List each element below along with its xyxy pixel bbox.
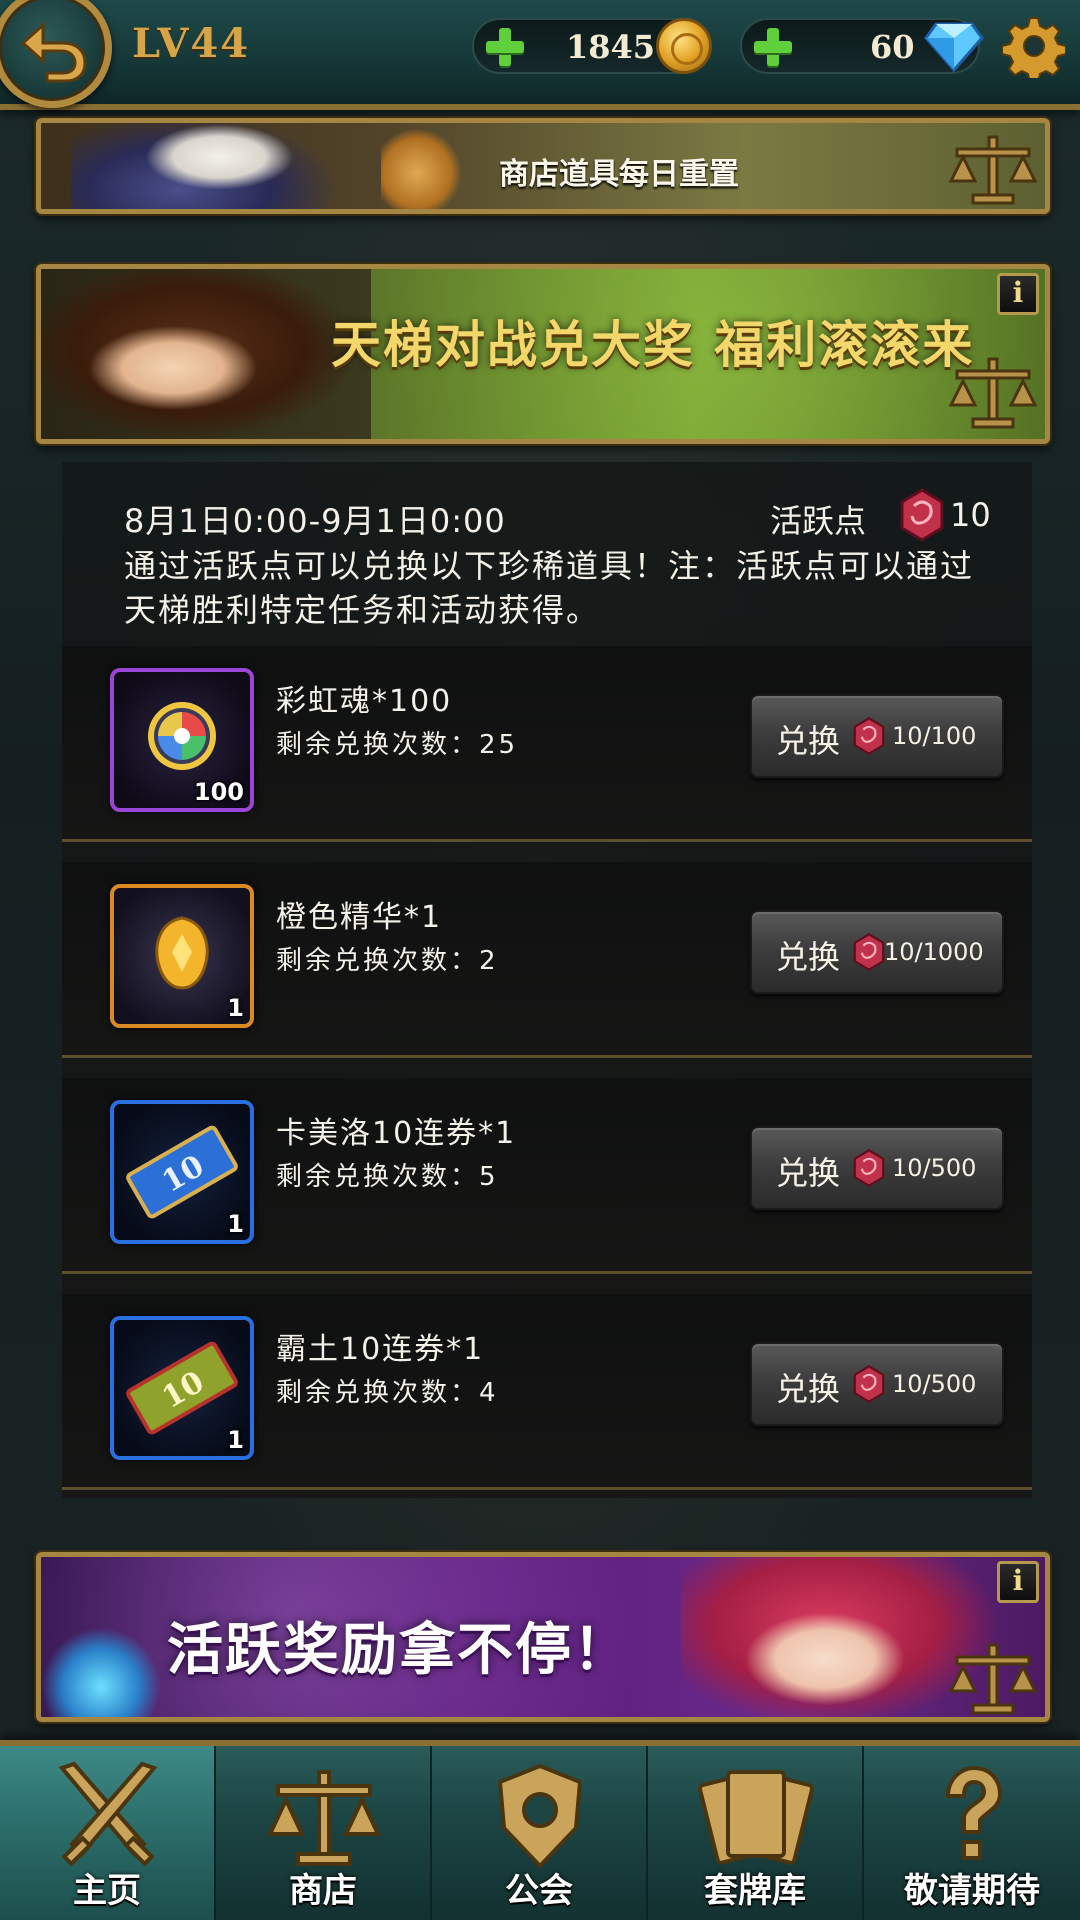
shop-banner-text: 商店道具每日重置 <box>499 157 739 192</box>
active-point-gem-icon <box>853 1365 885 1403</box>
nav-label: 公会 <box>505 1871 573 1911</box>
gem-counter: 60 <box>740 18 984 74</box>
item-name: 霸土10连券*1 <box>276 1332 485 1367</box>
back-button[interactable] <box>0 0 112 108</box>
item-name: 卡美洛10连券*1 <box>276 1116 517 1151</box>
exchange-cost: 10/500 <box>892 1370 977 1398</box>
exchange-button[interactable]: 兑换 10/1000 <box>750 910 1004 994</box>
info-button[interactable]: i <box>997 273 1039 315</box>
item-name: 彩虹魂*100 <box>276 684 453 719</box>
exchange-button-label: 兑换 <box>776 722 841 760</box>
money-bag-icon <box>381 129 461 209</box>
exchange-button[interactable]: 兑换 10/500 <box>750 1342 1004 1426</box>
nav-label: 商店 <box>289 1871 357 1911</box>
exchange-item-row: 100 彩虹魂*100 剩余兑换次数：25 兑换 10/100 <box>62 646 1032 842</box>
exchange-button-label: 兑换 <box>776 1154 841 1192</box>
item-remaining: 剩余兑换次数：2 <box>276 946 499 976</box>
nav-deck-library[interactable]: 套牌库 <box>648 1746 864 1920</box>
heroine-character-art <box>41 269 371 439</box>
scales-icon <box>948 357 1038 429</box>
scales-icon <box>266 1770 382 1866</box>
nav-label: 敬请期待 <box>904 1871 1040 1911</box>
item-remaining: 剩余兑换次数：25 <box>276 730 519 760</box>
event-description: 通过活跃点可以兑换以下珍稀道具！注：活跃点可以通过天梯胜利特定任务和活动获得。 <box>124 547 975 629</box>
exchange-button-label: 兑换 <box>776 938 841 976</box>
coin-amount: 1845 <box>566 28 656 66</box>
item-quantity: 1 <box>227 1426 244 1454</box>
guild-emblem-icon <box>497 1763 583 1869</box>
scales-icon <box>948 1643 1038 1715</box>
gem-amount: 60 <box>870 28 915 66</box>
exchange-button[interactable]: 兑换 10/500 <box>750 1126 1004 1210</box>
shop-reset-banner[interactable]: 商店道具每日重置 <box>36 118 1050 214</box>
diamond-icon <box>924 22 984 72</box>
exchange-cost: 10/500 <box>892 1154 977 1182</box>
exchange-button-label: 兑换 <box>776 1370 841 1408</box>
coin-counter: 1845 <box>472 18 712 74</box>
question-mark-icon <box>945 1765 1003 1860</box>
nav-guild[interactable]: 公会 <box>432 1746 648 1920</box>
rainbow-soul-icon: 100 <box>110 668 254 812</box>
item-quantity: 100 <box>193 778 244 806</box>
exchange-item-row: 10 1 卡美洛10连券*1 剩余兑换次数：5 兑换 10/500 <box>62 1078 1032 1274</box>
item-quantity: 1 <box>227 1210 244 1238</box>
active-rewards-banner[interactable]: 活跃奖励拿不停！ i <box>36 1552 1050 1722</box>
add-gems-button[interactable] <box>750 24 796 70</box>
exchange-cost: 10/1000 <box>884 938 984 966</box>
add-coins-button[interactable] <box>482 24 528 70</box>
cards-icon <box>698 1770 814 1865</box>
exchange-button[interactable]: 兑换 10/100 <box>750 694 1004 778</box>
gold-coin-icon <box>656 18 712 74</box>
sage-character-art <box>71 123 341 209</box>
camelot-ticket-icon: 10 1 <box>110 1100 254 1244</box>
blue-gems-art <box>41 1627 161 1717</box>
item-quantity: 1 <box>227 994 244 1022</box>
active-points-label: 活跃点 <box>770 502 867 540</box>
exchange-cost: 10/100 <box>892 722 977 750</box>
exchange-item-row: 10 1 霸土10连券*1 剩余兑换次数：4 兑换 10/500 <box>62 1294 1032 1490</box>
item-name: 橙色精华*1 <box>276 900 443 935</box>
orange-essence-icon: 1 <box>110 884 254 1028</box>
player-level: LV44 <box>132 20 251 67</box>
ladder-banner-title: 天梯对战兑大奖 福利滚滚来 <box>331 315 975 374</box>
back-arrow-icon <box>20 21 87 83</box>
active-point-gem-icon <box>853 1149 885 1187</box>
gear-icon[interactable] <box>1002 14 1066 78</box>
item-remaining: 剩余兑换次数：4 <box>276 1378 499 1408</box>
active-point-gem-icon <box>853 717 885 755</box>
crossed-swords-icon <box>58 1761 158 1867</box>
event-period: 8月1日0:00-9月1日0:00 <box>124 502 506 540</box>
nav-home[interactable]: 主页 <box>0 1746 216 1920</box>
scales-icon <box>948 135 1038 205</box>
nav-coming-soon[interactable]: 敬请期待 <box>864 1746 1080 1920</box>
info-button[interactable]: i <box>997 1561 1039 1603</box>
bottom-navigation: 主页 商店 公会 套牌库 敬请期待 <box>0 1740 1080 1920</box>
active-point-gem-icon <box>853 933 885 971</box>
ladder-event-banner[interactable]: 天梯对战兑大奖 福利滚滚来 i <box>36 264 1050 444</box>
item-remaining: 剩余兑换次数：5 <box>276 1162 499 1192</box>
active-banner-title: 活跃奖励拿不停！ <box>167 1617 631 1683</box>
active-point-gem-icon <box>900 488 944 542</box>
overlord-ticket-icon: 10 1 <box>110 1316 254 1460</box>
nav-shop[interactable]: 商店 <box>216 1746 432 1920</box>
top-bar: LV44 1845 60 <box>0 0 1080 110</box>
nav-label: 套牌库 <box>704 1871 806 1911</box>
active-points-value: 10 <box>950 496 991 534</box>
nav-label: 主页 <box>73 1871 141 1911</box>
exchange-item-row: 1 橙色精华*1 剩余兑换次数：2 兑换 10/1000 <box>62 862 1032 1058</box>
